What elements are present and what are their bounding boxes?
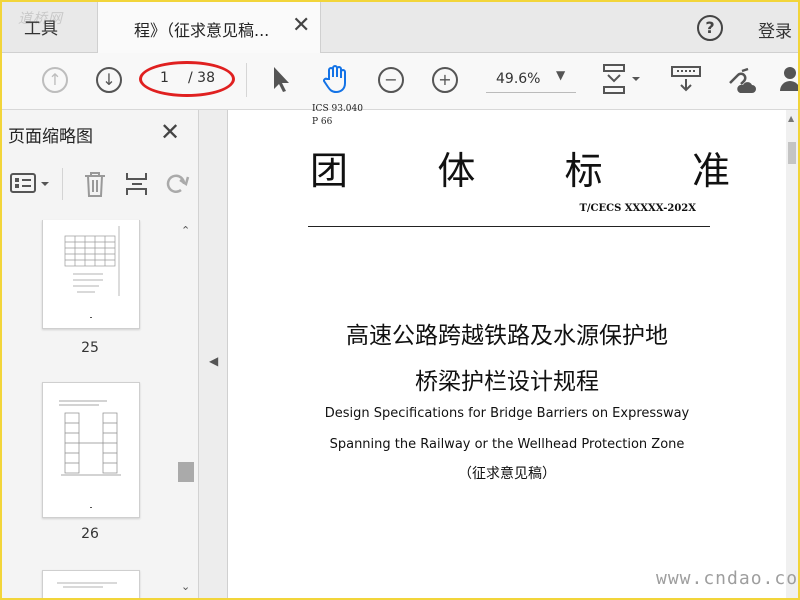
classification-code: P 66 bbox=[312, 117, 333, 127]
ics-code: ICS 93.040 bbox=[312, 104, 363, 114]
thumbnails-panel: 页面缩略图 ✕ 25 26 ⌃ ⌄ bbox=[2, 110, 199, 598]
tab-bar: 道桥网 工具 程》（征求意见稿... ✕ ? 登录 bbox=[2, 2, 798, 53]
toolbar: ↑ ↓ 1 / 38 − + 49.6% ▼ bbox=[2, 53, 798, 110]
draft-note: （征求意见稿） bbox=[458, 466, 556, 482]
heading-char: 标 bbox=[564, 149, 603, 193]
zoom-out-icon[interactable]: − bbox=[378, 67, 404, 93]
close-icon[interactable]: ✕ bbox=[292, 13, 310, 38]
next-page-icon[interactable]: ↓ bbox=[96, 67, 122, 93]
thumbnail-page[interactable] bbox=[42, 382, 140, 518]
toolbar-divider bbox=[246, 63, 247, 97]
tab-document[interactable]: 程》（征求意见稿... ✕ bbox=[97, 2, 321, 53]
document-type-heading: 团 体 标 准 bbox=[310, 140, 730, 195]
watermark-bottom-right: www.cndao.com bbox=[656, 568, 800, 589]
collapse-panel-icon[interactable]: ◀ bbox=[209, 354, 218, 368]
thumbnail-page-number: 25 bbox=[81, 340, 99, 356]
insert-page-icon[interactable] bbox=[124, 170, 150, 198]
app-window: 道桥网 工具 程》（征求意见稿... ✕ ? 登录 ↑ ↓ 1 / 38 − +… bbox=[0, 0, 800, 600]
options-menu-icon[interactable] bbox=[10, 172, 52, 196]
highlight-ellipse bbox=[139, 61, 235, 97]
fit-page-icon[interactable] bbox=[600, 63, 644, 97]
thumbnails-list: 25 26 bbox=[2, 220, 198, 598]
select-arrow-icon[interactable] bbox=[270, 65, 292, 93]
scrollbar-thumb[interactable] bbox=[788, 142, 796, 164]
scrolling-mode-icon[interactable] bbox=[670, 65, 702, 95]
help-icon[interactable]: ? bbox=[697, 15, 723, 41]
thumbnail-page-content bbox=[64, 226, 120, 318]
zoom-in-icon[interactable]: + bbox=[432, 67, 458, 93]
thumbnail-page[interactable] bbox=[42, 220, 140, 329]
heading-char: 团 bbox=[310, 149, 349, 193]
title-cn-line-2: 桥梁护栏设计规程 bbox=[415, 369, 599, 395]
tab-document-title: 程》（征求意见稿... bbox=[134, 21, 270, 40]
trash-icon[interactable] bbox=[82, 170, 108, 198]
cloud-link-icon[interactable] bbox=[724, 63, 758, 97]
title-cn-line-1: 高速公路跨越铁路及水源保护地 bbox=[346, 323, 668, 349]
thumbnails-toolbar bbox=[2, 162, 198, 206]
scrollbar-thumb[interactable] bbox=[178, 462, 194, 482]
user-icon[interactable] bbox=[778, 65, 798, 93]
chevron-down-icon: ▼ bbox=[556, 68, 566, 82]
heading-char: 体 bbox=[437, 149, 476, 193]
thumbnail-page-content bbox=[59, 400, 121, 508]
tab-tools[interactable]: 工具 bbox=[2, 2, 97, 52]
previous-page-icon[interactable]: ↑ bbox=[42, 67, 68, 93]
document-scrollbar[interactable]: ▲ bbox=[786, 110, 798, 598]
heading-char: 准 bbox=[691, 149, 730, 193]
zoom-select[interactable]: 49.6% ▼ bbox=[486, 66, 576, 93]
document-page: ICS 93.040 P 66 团 体 标 准 T/CECS XXXXX-202… bbox=[228, 104, 786, 598]
chevron-down-icon[interactable]: ⌄ bbox=[181, 580, 190, 593]
chevron-up-icon[interactable]: ▲ bbox=[788, 114, 794, 123]
thumbnail-page[interactable] bbox=[42, 570, 140, 598]
thumbnail-page-content bbox=[57, 582, 117, 588]
zoom-value: 49.6% bbox=[496, 71, 541, 87]
hand-tool-icon[interactable] bbox=[320, 63, 352, 95]
login-button[interactable]: 登录 bbox=[758, 17, 792, 42]
panel-splitter[interactable]: ◀ bbox=[199, 110, 228, 598]
thumbnail-page-number: 26 bbox=[81, 526, 99, 542]
toolbar-divider bbox=[62, 168, 63, 200]
rotate-icon[interactable] bbox=[164, 170, 190, 198]
header-rule bbox=[308, 226, 710, 227]
thumbnails-scrollbar[interactable]: ⌃ ⌄ bbox=[176, 220, 196, 598]
title-en-line-1: Design Specifications for Bridge Barrier… bbox=[324, 406, 690, 421]
chevron-up-icon[interactable]: ⌃ bbox=[181, 224, 190, 237]
standard-number: T/CECS XXXXX-202X bbox=[579, 203, 696, 214]
thumbnails-panel-title: 页面缩略图 bbox=[8, 127, 93, 147]
title-en-line-2: Spanning the Railway or the Wellhead Pro… bbox=[329, 437, 685, 452]
close-icon[interactable]: ✕ bbox=[160, 118, 180, 146]
